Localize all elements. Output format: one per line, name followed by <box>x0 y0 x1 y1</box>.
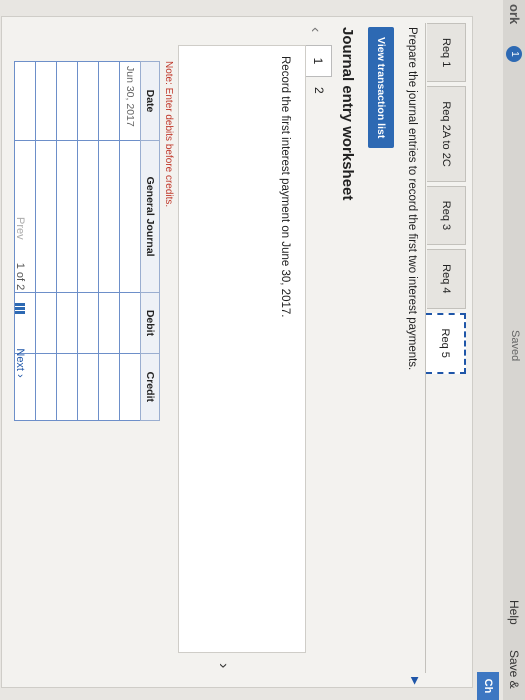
credit-cell[interactable] <box>77 353 99 421</box>
chevron-left-icon[interactable]: ‹ <box>306 27 324 32</box>
account-cell[interactable] <box>98 140 120 293</box>
tab-req-5[interactable]: Req 5 <box>426 312 466 374</box>
journal-table: Date General Journal Debit Credit Jun 30… <box>14 61 160 421</box>
notification-badge[interactable]: 1 <box>506 46 522 62</box>
date-cell[interactable] <box>77 61 99 141</box>
note-text: Note: Enter debits before credits. <box>163 61 174 208</box>
pagination: Prev 1 of 2 Next › <box>14 217 26 378</box>
saved-status: Saved <box>509 330 521 362</box>
view-transaction-list-button[interactable]: View transaction list <box>368 27 394 149</box>
header-general-journal: General Journal <box>140 140 160 293</box>
account-cell[interactable] <box>77 140 99 293</box>
work-label: ork <box>507 4 522 25</box>
screen: ork 1 Saved Help Save & Ch Req 1 Req 2A … <box>0 0 525 700</box>
account-cell[interactable] <box>35 140 57 293</box>
header-date: Date <box>140 61 160 141</box>
date-cell[interactable] <box>35 61 57 141</box>
debit-cell[interactable] <box>56 292 78 354</box>
table-row <box>56 61 78 421</box>
credit-cell[interactable] <box>56 353 78 421</box>
tab-req-4[interactable]: Req 4 <box>427 249 466 309</box>
save-exit-link[interactable]: Save & <box>507 650 521 689</box>
header-debit: Debit <box>140 292 160 354</box>
debit-cell[interactable] <box>35 292 57 354</box>
pager-current: 1 <box>14 262 26 269</box>
grid-icon[interactable] <box>14 303 25 316</box>
table-row: Jun 30, 2017 <box>119 61 141 421</box>
table-row <box>77 61 99 421</box>
check-work-button[interactable]: Ch <box>477 672 499 700</box>
instruction-text: Prepare the journal entries to record th… <box>406 27 418 371</box>
worksheet-page-2[interactable]: 2 <box>312 87 326 94</box>
credit-cell[interactable] <box>35 353 57 421</box>
debit-cell[interactable] <box>98 292 120 354</box>
tab-req-2a-2c[interactable]: Req 2A to 2C <box>427 86 466 182</box>
date-cell[interactable] <box>98 61 120 141</box>
table-row <box>35 61 57 421</box>
worksheet-box: Record the first interest payment on Jun… <box>178 45 306 653</box>
tab-req-3[interactable]: Req 3 <box>427 185 466 246</box>
debit-cell[interactable] <box>77 292 99 354</box>
debit-cell[interactable] <box>119 292 141 354</box>
chevron-right-icon[interactable]: › <box>214 663 232 668</box>
credit-cell[interactable] <box>98 353 120 421</box>
question-panel: Req 1 Req 2A to 2C Req 3 Req 4 Req 5 Pre… <box>1 16 473 688</box>
next-button[interactable]: Next › <box>14 348 26 377</box>
worksheet-page-1[interactable]: 1 <box>304 45 332 77</box>
date-cell[interactable]: Jun 30, 2017 <box>119 61 141 141</box>
worksheet-prompt: Record the first interest payment on Jun… <box>279 56 291 318</box>
pager-of: of <box>14 271 26 282</box>
next-label: Next <box>14 348 26 371</box>
help-link[interactable]: Help <box>507 600 521 625</box>
date-cell[interactable] <box>56 61 78 141</box>
requirement-tabs: Req 1 Req 2A to 2C Req 3 Req 4 Req 5 <box>426 23 466 378</box>
table-header-row: Date General Journal Debit Credit <box>140 61 160 421</box>
panel-arrow-icon: ▶ <box>409 677 420 685</box>
header-credit: Credit <box>140 353 160 421</box>
top-bar: ork 1 Saved Help Save & <box>503 0 525 700</box>
worksheet-title: Journal entry worksheet <box>339 27 356 201</box>
table-row <box>98 61 120 421</box>
date-cell[interactable] <box>14 61 36 141</box>
account-cell[interactable] <box>56 140 78 293</box>
pager-total: 2 <box>14 284 26 291</box>
account-cell[interactable] <box>119 140 141 293</box>
tab-req-1[interactable]: Req 1 <box>427 23 466 83</box>
prev-button[interactable]: Prev <box>14 217 26 240</box>
tab-divider <box>425 23 426 673</box>
credit-cell[interactable] <box>119 353 141 421</box>
